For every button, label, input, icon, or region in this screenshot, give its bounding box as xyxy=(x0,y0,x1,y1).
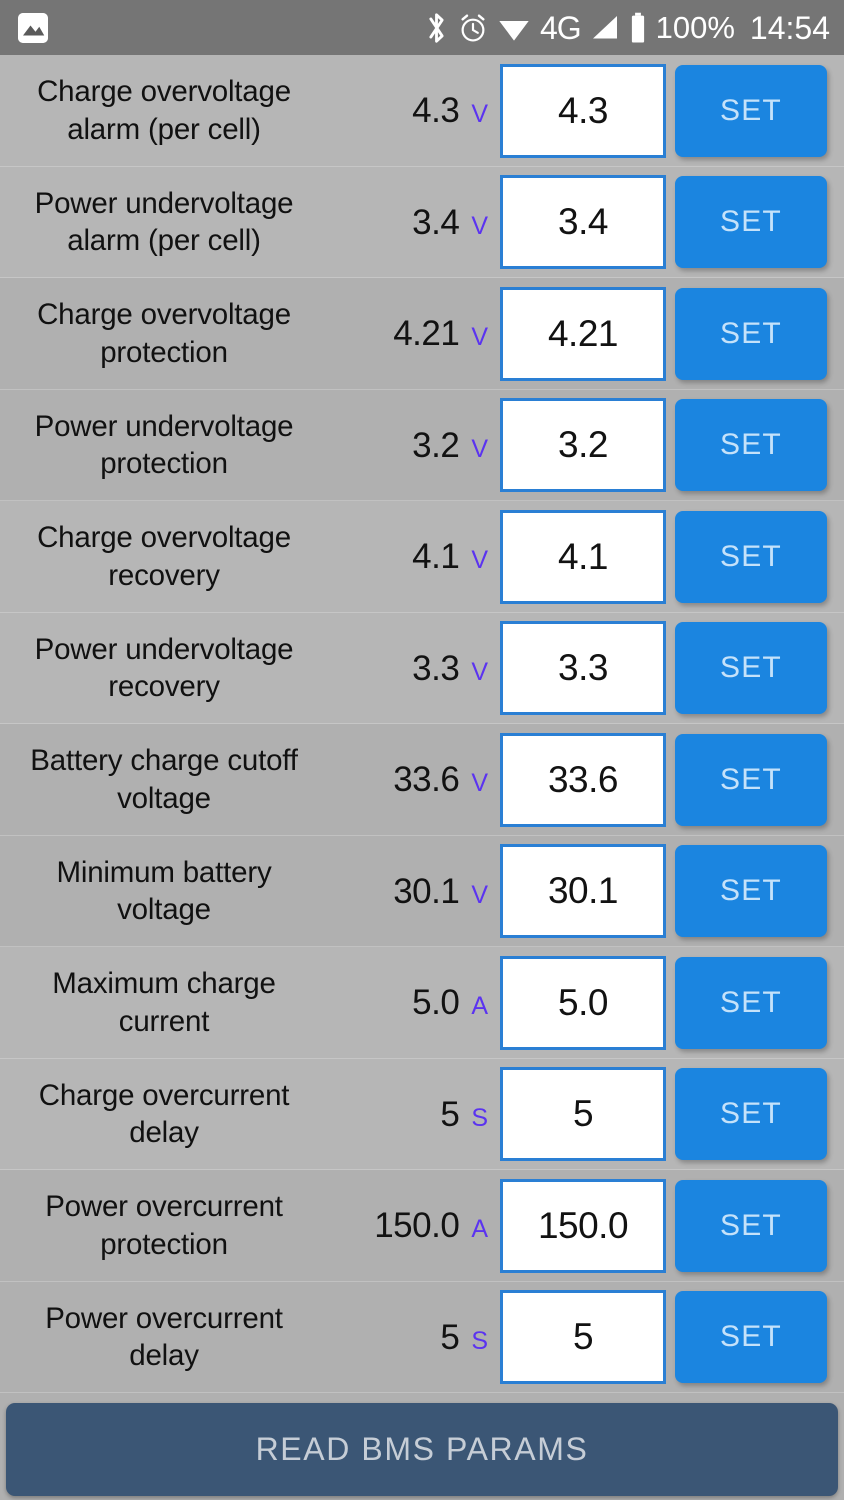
parameter-current-value: 4.3 V xyxy=(330,93,492,128)
parameter-value-unit: A xyxy=(471,992,488,1021)
parameter-input[interactable]: 150.0 xyxy=(500,1178,666,1273)
set-button[interactable]: SET xyxy=(675,287,827,380)
parameter-value-unit: S xyxy=(471,1326,488,1355)
parameter-current-value: 5S xyxy=(330,1097,492,1132)
parameter-value-unit: V xyxy=(471,323,488,352)
parameter-input[interactable]: 3.2 xyxy=(500,398,666,493)
set-button[interactable]: SET xyxy=(675,64,827,157)
parameter-label: Charge overvoltage recovery xyxy=(37,521,291,592)
set-button[interactable]: SET xyxy=(675,176,827,269)
parameter-row: Charge overvoltage recovery 4.1 V 4.1 SET xyxy=(0,501,844,613)
parameter-label: Charge overvoltage protection xyxy=(37,298,291,369)
bms-parameter-list: Charge overvoltage alarm (per cell) 4.3 V 4… xyxy=(0,55,844,1403)
parameter-input[interactable]: 5 xyxy=(500,1290,666,1385)
wifi-icon xyxy=(497,14,531,42)
parameter-row: Power undervoltage recovery 3.3 V 3.3 SET xyxy=(0,612,844,724)
battery-icon xyxy=(629,12,647,44)
parameter-value-number: 4.3 xyxy=(412,91,460,131)
parameter-value-unit: S xyxy=(471,1103,488,1132)
set-button[interactable]: SET xyxy=(675,956,827,1049)
parameter-input[interactable]: 30.1 xyxy=(500,844,666,939)
parameter-current-value: 5S xyxy=(330,1320,492,1355)
set-button[interactable]: SET xyxy=(675,510,827,603)
parameter-label: Power overcurrent delay xyxy=(45,1301,283,1373)
footer-bar: READ BMS PARAMS xyxy=(0,1403,844,1500)
parameter-value-unit: V xyxy=(471,100,488,129)
parameter-row: Power overcurrent delay 5 S 5 SET xyxy=(0,1282,844,1394)
parameter-current-value: 5.0 A xyxy=(330,985,492,1020)
parameter-current-value: 150.0 A xyxy=(330,1208,492,1243)
parameter-row: Maximum charge current 5.0 A 5.0 SET xyxy=(0,947,844,1059)
parameter-label: Maximum charge current xyxy=(52,967,276,1038)
status-bar-notifications xyxy=(18,12,48,43)
parameter-value-number: 4.1 xyxy=(412,537,460,577)
network-type-label: 4G xyxy=(539,9,582,46)
set-button[interactable]: SET xyxy=(675,399,827,492)
set-button[interactable]: SET xyxy=(675,845,827,938)
photo-icon xyxy=(18,12,48,43)
parameter-current-value: 4.21 V xyxy=(330,316,492,351)
parameter-row: Power undervoltage alarm (per cell) 3.4 V 3… xyxy=(0,166,844,278)
parameter-value-unit: V xyxy=(471,546,488,575)
set-button[interactable]: SET xyxy=(675,1291,827,1384)
parameter-input[interactable]: 4.1 xyxy=(500,509,666,604)
parameter-row: Power undervoltage protection 3.2 V 3.2 SET xyxy=(0,390,844,502)
parameter-value-number: 5 xyxy=(440,1094,460,1134)
parameter-label: Minimum battery voltage xyxy=(56,855,272,927)
parameter-current-value: 30.1 V xyxy=(330,874,492,909)
parameter-label: Power undervoltage recovery xyxy=(34,632,294,704)
alarm-icon xyxy=(458,12,488,44)
battery-percent-label: 100% xyxy=(655,10,735,45)
parameter-row: Battery charge cutoff voltage 33.6 V 33.6 SE… xyxy=(0,724,844,836)
parameter-input[interactable]: 5 xyxy=(500,1067,666,1162)
parameter-row: Charge overcurrent delay 5 S 5 SET xyxy=(0,1058,844,1170)
parameter-value-number: 3.4 xyxy=(412,202,460,242)
parameter-input[interactable]: 4.21 xyxy=(500,286,666,381)
parameter-value-number: 3.3 xyxy=(412,648,460,688)
bluetooth-icon xyxy=(424,11,449,45)
parameter-input[interactable]: 3.3 xyxy=(500,621,666,716)
set-button[interactable]: SET xyxy=(675,1179,827,1272)
parameter-label: Charge overvoltage alarm (per cell) xyxy=(37,75,291,146)
parameter-value-unit: A xyxy=(471,1215,488,1244)
parameter-current-value: 3.4 V xyxy=(330,205,492,240)
parameter-row: Charge overvoltage protection 4.21 V 4.21 SE… xyxy=(0,278,844,390)
parameter-value-number: 5.0 xyxy=(412,983,460,1023)
parameter-label: Battery charge cutoff voltage xyxy=(30,744,298,815)
parameter-value-number: 33.6 xyxy=(393,760,460,800)
parameter-row: Charge overvoltage alarm (per cell) 4.3 V 4… xyxy=(0,55,844,167)
set-button[interactable]: SET xyxy=(675,622,827,715)
parameter-value-number: 150.0 xyxy=(374,1206,460,1246)
set-button[interactable]: SET xyxy=(675,1068,827,1161)
parameter-value-unit: V xyxy=(471,434,488,463)
parameter-value-unit: V xyxy=(471,657,488,686)
parameter-row: Minimum battery voltage 30.1 V 30.1 SET xyxy=(0,836,844,948)
parameter-value-number: 4.21 xyxy=(393,314,460,354)
parameter-value-unit: V xyxy=(471,769,488,798)
parameter-value-number: 30.1 xyxy=(393,871,460,911)
parameter-value-number: 5 xyxy=(440,1317,460,1357)
parameter-label: Charge overcurrent delay xyxy=(38,1078,290,1150)
parameter-input[interactable]: 4.3 xyxy=(500,63,666,158)
status-bar-icons: 4G 100% 14:54 xyxy=(424,11,830,45)
status-bar: 4G 100% 14:54 xyxy=(0,0,844,55)
parameter-current-value: 4.1 V xyxy=(330,539,492,574)
parameter-input[interactable]: 33.6 xyxy=(500,732,666,827)
parameter-label: Power undervoltage protection xyxy=(34,409,294,481)
parameter-value-unit: V xyxy=(471,880,488,909)
signal-icon xyxy=(590,14,620,42)
parameter-label: Power overcurrent protection xyxy=(45,1190,283,1261)
parameter-current-value: 3.3 V xyxy=(330,651,492,686)
set-button[interactable]: SET xyxy=(675,733,827,826)
read-bms-params-button[interactable]: READ BMS PARAMS xyxy=(6,1403,838,1496)
parameter-current-value: 33.6 V xyxy=(330,762,492,797)
parameter-input[interactable]: 3.4 xyxy=(500,175,666,270)
parameter-current-value: 3.2 V xyxy=(330,428,492,463)
parameter-value-number: 3.2 xyxy=(412,425,460,465)
clock-label: 14:54 xyxy=(749,9,830,46)
parameter-value-unit: V xyxy=(471,211,488,240)
parameter-input[interactable]: 5.0 xyxy=(500,955,666,1050)
parameter-row: Power overcurrent protection 150.0 A 150.0 S… xyxy=(0,1170,844,1282)
parameter-label: Power undervoltage alarm (per cell) xyxy=(34,186,294,258)
